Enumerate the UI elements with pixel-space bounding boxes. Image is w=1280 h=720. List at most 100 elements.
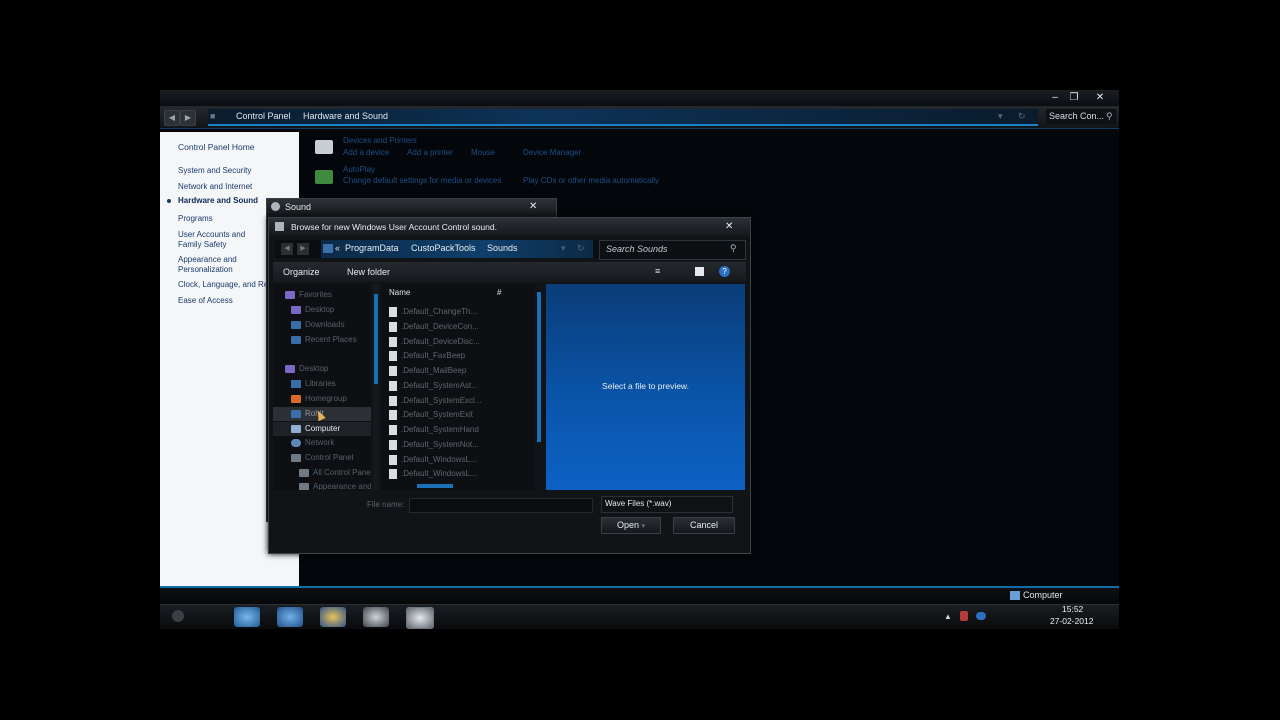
file-name: .Default_SystemExcl...	[401, 396, 482, 405]
nav-homegroup[interactable]: Homegroup	[273, 392, 371, 406]
nav-scrollbar[interactable]	[373, 284, 379, 490]
link-autoplay-cds[interactable]: Play CDs or other media automatically	[523, 176, 659, 185]
desktop-icon	[285, 364, 295, 373]
search-icon[interactable]: ⚲	[1106, 109, 1113, 124]
list-item[interactable]: .Default_DeviceDisc...	[389, 334, 529, 349]
nav-computer[interactable]: Computer	[273, 422, 371, 436]
nav-fav-desktop[interactable]: Desktop	[273, 303, 371, 317]
feather-app-icon[interactable]	[277, 607, 303, 627]
open-label: Open	[616, 520, 639, 530]
list-item[interactable]: .Default_DeviceCon...	[389, 319, 529, 334]
sidebar-item-clock[interactable]: Clock, Language, and Region	[178, 280, 266, 289]
refresh-icon[interactable]: ↻	[577, 243, 585, 254]
sidebar-home[interactable]: Control Panel Home	[178, 142, 255, 152]
list-item[interactable]: .Default_SystemExit	[389, 407, 529, 422]
sidebar-item-network[interactable]: Network and Internet	[178, 182, 252, 191]
nav-favorites[interactable]: Favorites	[273, 288, 371, 302]
file-scroll-thumb[interactable]	[537, 292, 541, 442]
tray-chevron-icon[interactable]: ▲	[944, 612, 952, 621]
file-name-input[interactable]	[409, 498, 593, 513]
view-icon[interactable]: ≡	[655, 266, 660, 276]
organize-button[interactable]: Organize	[283, 267, 320, 277]
cp-search-input[interactable]: Search Con... ⚲	[1046, 109, 1116, 124]
link-add-device[interactable]: Add a device	[343, 148, 389, 157]
path-programdata[interactable]: ProgramData	[345, 243, 399, 253]
sidebar-item-programs[interactable]: Programs	[178, 214, 213, 223]
close-icon[interactable]: ✕	[529, 201, 537, 212]
sound-titlebar: Sound ✕	[267, 199, 556, 215]
cp-breadcrumb[interactable]: ■ Control Panel Hardware and Sound ▾ ↻	[208, 109, 1038, 126]
sidebar-item-appearance[interactable]: Appearance and Personalization	[178, 255, 248, 275]
link-autoplay-defaults[interactable]: Change default settings for media or dev…	[343, 176, 501, 185]
media-app-icon[interactable]	[320, 607, 346, 627]
nav-downloads[interactable]: Downloads	[273, 318, 371, 332]
refresh-icon[interactable]: ↻	[1018, 109, 1026, 124]
sidebar-item-system-security[interactable]: System and Security	[178, 166, 251, 175]
link-mouse[interactable]: Mouse	[471, 148, 495, 157]
back-icon[interactable]: ◀	[281, 243, 293, 255]
back-icon[interactable]: ◀	[164, 110, 180, 126]
file-type-select[interactable]: Wave Files (*.wav)	[601, 496, 733, 513]
list-item[interactable]: .Default_WindowsL...	[389, 452, 529, 467]
browser-icon[interactable]	[234, 607, 260, 627]
restore-button[interactable]: ❐	[1067, 92, 1081, 103]
path-sounds[interactable]: Sounds	[487, 243, 518, 253]
search-icon[interactable]: ⚲	[730, 243, 737, 254]
cancel-button[interactable]: Cancel	[673, 517, 735, 534]
nav-all-cp-items[interactable]: All Control Panel Items	[273, 466, 371, 480]
clock-date[interactable]: 27-02-2012	[1050, 616, 1093, 626]
list-item[interactable]: .Default_SystemAst...	[389, 378, 529, 393]
open-button[interactable]: Open ▾	[601, 517, 661, 534]
forward-icon[interactable]: ▶	[180, 110, 196, 126]
link-device-manager[interactable]: Device Manager	[523, 148, 581, 157]
list-item[interactable]: .Default_MailBeep	[389, 363, 529, 378]
column-name[interactable]: Name	[389, 288, 410, 297]
browse-path[interactable]: « ProgramData CustoPackTools Sounds ▾ ↻	[321, 240, 593, 258]
list-item[interactable]: .Default_WindowsL...	[389, 466, 529, 481]
nav-fav-desktop-label: Desktop	[305, 305, 335, 314]
active-bullet	[167, 199, 171, 203]
clock-time[interactable]: 15:52	[1062, 604, 1083, 614]
devices-title[interactable]: Devices and Printers	[343, 136, 417, 145]
sidebar-item-hardware-sound[interactable]: Hardware and Sound	[178, 196, 258, 205]
nav-recent-places[interactable]: Recent Places	[273, 333, 371, 347]
nav-scroll-thumb[interactable]	[374, 294, 378, 384]
path-custopacktools[interactable]: CustoPackTools	[411, 243, 476, 253]
list-item[interactable]: .Default_ChangeTh...	[389, 304, 529, 319]
column-number[interactable]: #	[497, 288, 501, 297]
chevron-down-icon[interactable]: ▾	[642, 523, 646, 530]
file-scrollbar[interactable]	[535, 284, 543, 490]
tools-app-icon[interactable]	[363, 607, 389, 627]
sidebar-item-ease-access[interactable]: Ease of Access	[178, 296, 233, 305]
breadcrumb-hardware-sound[interactable]: Hardware and Sound	[303, 109, 388, 124]
browse-file-list: Name # .Default_ChangeTh... .Default_Dev…	[381, 284, 535, 490]
minimize-button[interactable]: –	[1048, 92, 1062, 103]
network-tray-icon[interactable]	[976, 612, 986, 620]
list-item[interactable]: .Default_SystemExcl...	[389, 393, 529, 408]
list-item[interactable]: .Default_SystemHand	[389, 422, 529, 437]
nav-network[interactable]: Network	[273, 436, 371, 450]
link-add-printer[interactable]: Add a printer	[407, 148, 453, 157]
forward-icon[interactable]: ▶	[297, 243, 309, 255]
nav-desktop[interactable]: Desktop	[273, 362, 371, 376]
control-panel-taskbar-icon[interactable]	[406, 607, 434, 629]
list-item[interactable]: .Default_SystemNot...	[389, 437, 529, 452]
new-folder-button[interactable]: New folder	[347, 267, 390, 277]
chevron-down-icon[interactable]: ▾	[998, 109, 1003, 124]
nav-appearance[interactable]: Appearance and Personalization	[273, 480, 371, 490]
close-button[interactable]: ✕	[1093, 92, 1107, 103]
breadcrumb-control-panel[interactable]: Control Panel	[236, 109, 291, 124]
autoplay-title[interactable]: AutoPlay	[343, 165, 375, 174]
help-icon[interactable]: ?	[719, 266, 730, 277]
h-scroll-thumb[interactable]	[417, 484, 453, 488]
list-item[interactable]: .Default_FaxBeep	[389, 348, 529, 363]
security-tray-icon[interactable]	[960, 611, 968, 621]
nav-libraries[interactable]: Libraries	[273, 377, 371, 391]
chevron-down-icon[interactable]: ▾	[561, 243, 566, 254]
browse-search-input[interactable]: Search Sounds ⚲	[599, 240, 746, 260]
sidebar-item-user-accounts[interactable]: User Accounts and Family Safety	[178, 230, 266, 250]
close-icon[interactable]: ✕	[725, 221, 733, 232]
nav-control-panel[interactable]: Control Panel	[273, 451, 371, 465]
preview-pane-icon[interactable]	[695, 267, 704, 276]
start-button[interactable]	[172, 610, 184, 622]
